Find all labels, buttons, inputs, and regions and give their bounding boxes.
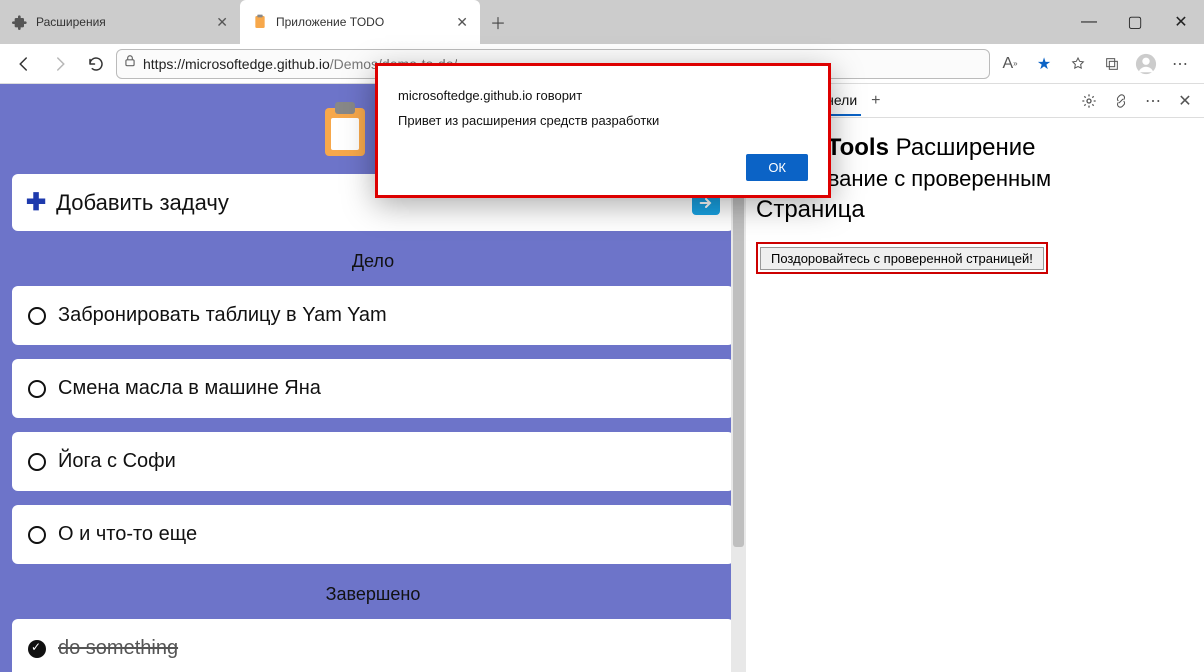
clipboard-icon — [252, 14, 268, 30]
close-window-button[interactable]: ✕ — [1158, 0, 1204, 44]
more-icon[interactable]: ⋯ — [1140, 88, 1166, 114]
alert-message: Привет из расширения средств разработки — [398, 113, 808, 128]
window-controls: — ▢ ✕ — [1066, 0, 1204, 44]
favorite-icon[interactable]: ★ — [1028, 48, 1060, 80]
maximize-button[interactable]: ▢ — [1112, 0, 1158, 44]
devtools-line3: Страница — [756, 196, 1194, 224]
task-text: do something — [58, 637, 178, 660]
read-aloud-icon[interactable]: A» — [994, 48, 1026, 80]
close-icon[interactable]: ✕ — [456, 14, 468, 31]
task-checkbox[interactable] — [28, 307, 46, 325]
task-row-done[interactable]: do something — [12, 619, 734, 672]
task-checkbox[interactable] — [28, 380, 46, 398]
task-text: Йога с Софи — [58, 450, 176, 473]
devtools-add-tab[interactable]: + — [867, 92, 884, 110]
task-row[interactable]: О и что-то еще — [12, 505, 734, 564]
task-text: О и что-то еще — [58, 523, 197, 546]
back-button[interactable] — [8, 48, 40, 80]
task-checkbox[interactable] — [28, 453, 46, 471]
browser-tab-todo[interactable]: Приложение TODO ✕ — [240, 0, 480, 44]
close-devtools-icon[interactable]: ✕ — [1172, 88, 1198, 114]
task-checkbox[interactable] — [28, 526, 46, 544]
close-icon[interactable]: ✕ — [216, 14, 228, 31]
task-text: Забронировать таблицу в Yam Yam — [58, 304, 387, 327]
alert-ok-button[interactable]: ОК — [746, 154, 808, 181]
favorites-hub-icon[interactable] — [1062, 48, 1094, 80]
say-hi-button[interactable]: Поздоровайтесь с проверенной страницей! — [760, 247, 1044, 270]
section-todo-label: Дело — [0, 251, 746, 272]
section-done-label: Завершено — [0, 584, 746, 605]
plus-icon: ✚ — [26, 188, 46, 217]
task-check-done-icon[interactable] — [28, 640, 46, 658]
browser-tab-extensions[interactable]: Расширения ✕ — [0, 0, 240, 44]
forward-button[interactable] — [44, 48, 76, 80]
refresh-button[interactable] — [80, 48, 112, 80]
alert-origin: microsoftedge.github.io говорит — [398, 88, 808, 103]
profile-avatar[interactable] — [1130, 48, 1162, 80]
task-row[interactable]: Забронировать таблицу в Yam Yam — [12, 286, 734, 345]
task-row[interactable]: Смена масла в машине Яна — [12, 359, 734, 418]
js-alert-dialog: microsoftedge.github.io говорит Привет и… — [375, 66, 831, 198]
task-row[interactable]: Йога с Софи — [12, 432, 734, 491]
tab-label: Расширения — [36, 15, 106, 29]
tab-label: Приложение TODO — [276, 15, 384, 29]
window-titlebar: Расширения ✕ Приложение TODO ✕ ＋ — ▢ ✕ — [0, 0, 1204, 44]
more-menu-icon[interactable]: ⋯ — [1164, 48, 1196, 80]
link-icon[interactable] — [1108, 88, 1134, 114]
lock-icon — [123, 54, 137, 73]
collections-icon[interactable] — [1096, 48, 1128, 80]
devtools-button-highlight: Поздоровайтесь с проверенной страницей! — [756, 242, 1048, 274]
add-task-label: Добавить задачу — [56, 190, 229, 216]
clipboard-icon — [325, 108, 365, 156]
minimize-button[interactable]: — — [1066, 0, 1112, 44]
task-text: Смена масла в машине Яна — [58, 377, 321, 400]
gear-icon[interactable] — [1076, 88, 1102, 114]
new-tab-button[interactable]: ＋ — [480, 0, 516, 44]
puzzle-icon — [12, 14, 28, 30]
